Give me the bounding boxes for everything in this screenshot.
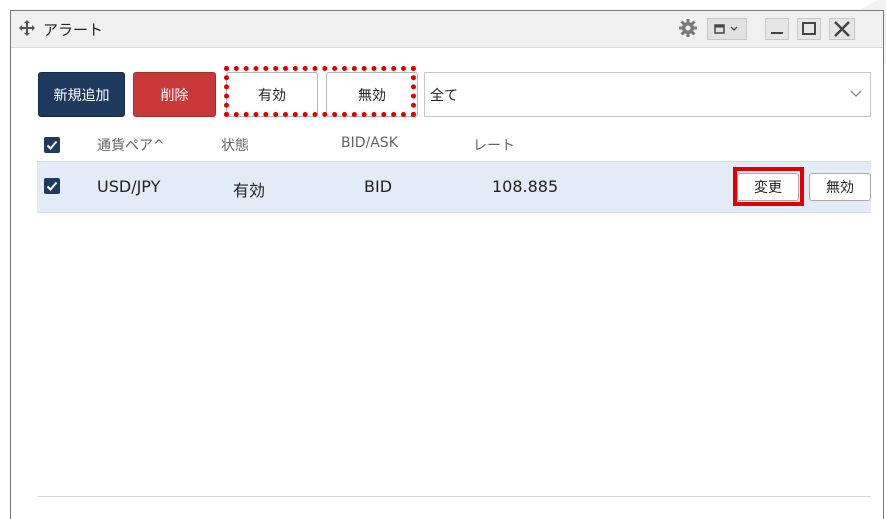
layout-button[interactable] <box>707 18 747 40</box>
column-header-rate[interactable]: レート <box>473 135 515 155</box>
move-icon[interactable] <box>18 19 36 37</box>
close-button[interactable] <box>829 18 855 40</box>
column-header-status[interactable]: 状態 <box>221 135 249 155</box>
divider <box>37 496 871 497</box>
check-icon <box>46 140 58 150</box>
title-bar[interactable]: アラート <box>11 11 883 48</box>
row-bid-ask: BID <box>364 177 393 196</box>
delete-button[interactable]: 削除 <box>133 72 216 117</box>
minimize-icon <box>771 32 783 34</box>
maximize-icon <box>802 22 816 35</box>
column-header-bid-ask[interactable]: BID/ASK <box>341 135 398 151</box>
row-checkbox[interactable] <box>44 178 60 194</box>
check-icon <box>46 181 58 191</box>
select-all-checkbox[interactable] <box>44 137 60 153</box>
maximize-button[interactable] <box>797 18 821 40</box>
chevron-down-icon <box>850 90 862 97</box>
filter-value: 全て <box>430 88 458 104</box>
enable-selected-button[interactable]: 有効 <box>226 72 318 117</box>
add-new-button[interactable]: 新規追加 <box>38 72 125 117</box>
minimize-button[interactable] <box>765 18 789 40</box>
disable-button[interactable]: 無効 <box>809 173 871 201</box>
filter-select[interactable]: 全て <box>424 72 871 117</box>
gear-icon[interactable] <box>677 17 699 39</box>
change-button[interactable]: 変更 <box>737 173 799 201</box>
close-icon <box>834 21 850 37</box>
disable-selected-button[interactable]: 無効 <box>326 72 418 117</box>
row-status: 有効 <box>233 181 266 200</box>
window-title: アラート <box>43 21 104 39</box>
table-header: 通貨ペア^ 状態 BID/ASK レート <box>11 131 881 159</box>
layout-icon <box>714 24 738 34</box>
row-rate: 108.885 <box>492 177 559 196</box>
row-pair: USD/JPY <box>97 177 161 196</box>
column-header-pair[interactable]: 通貨ペア^ <box>97 135 165 155</box>
alert-window: アラート 新規追加 削除 有効 無効 全て 通貨ペア^ 状態 BID/ASK レ… <box>10 10 884 519</box>
table-row[interactable]: USD/JPY 有効 BID 108.885 変更 無効 <box>37 161 871 213</box>
